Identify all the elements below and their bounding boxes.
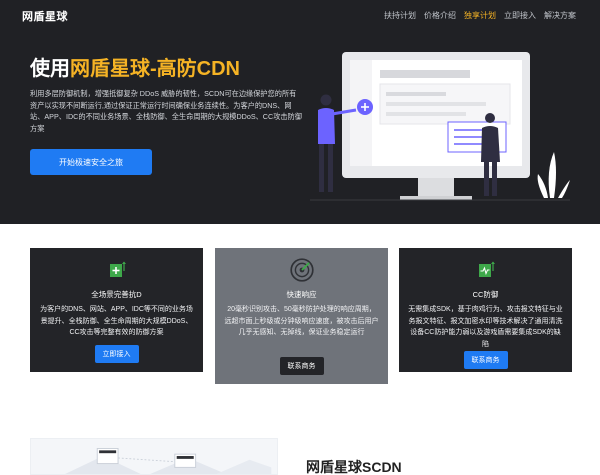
feature-title: 全场景完善抗D xyxy=(91,290,142,299)
nav-item-exclusive-plan[interactable]: 独享计划 xyxy=(464,10,496,21)
feature-text: 无需集成SDK，基于肉鸡行为、攻击报文特征与业务报文特征、报文加密水印等技术解决… xyxy=(408,306,563,348)
hero-illustration xyxy=(310,52,570,201)
brand-logo[interactable]: 网盾星球 xyxy=(22,8,68,24)
feature-card-anti-ddos: 全场景完善抗D 为客户的DNS、网站、APP、IDC等不同的业务场景提升、全栈防… xyxy=(30,248,203,372)
nav-item-access-now[interactable]: 立即接入 xyxy=(504,10,536,21)
contact-sales-button[interactable]: 联系商务 xyxy=(463,351,508,369)
hero-section: 网盾星球 扶持计划 价格介绍 独享计划 立即接入 解决方案 使用网盾星球-高防C… xyxy=(0,0,600,224)
hero-title-highlight: 网盾星球-高防CDN xyxy=(70,58,240,80)
feature-card-cc-defense: CC防御 无需集成SDK，基于肉鸡行为、攻击报文特征与业务报文特征、报文加密水印… xyxy=(399,248,572,372)
network-illustration xyxy=(30,438,278,475)
nav-item-support-plan[interactable]: 扶持计划 xyxy=(384,10,416,21)
radar-icon xyxy=(289,258,314,282)
shield-plus-icon xyxy=(109,261,126,277)
top-nav: 扶持计划 价格介绍 独享计划 立即接入 解决方案 xyxy=(384,10,576,21)
feature-text: 为客户的DNS、网站、APP、IDC等不同的业务场景提升、全栈防御、全生命周期的… xyxy=(40,306,193,336)
start-journey-button[interactable]: 开始极速安全之旅 xyxy=(30,149,152,175)
feature-card-fast-response: 快速响应 20毫秒识别攻击、50毫秒防护处理的响应周期，远超市面上秒级或分钟级响… xyxy=(215,248,388,384)
feature-text: 20毫秒识别攻击、50毫秒防护处理的响应周期，远超市面上秒级或分钟级响应速度，被… xyxy=(224,306,379,336)
access-now-button[interactable]: 立即接入 xyxy=(94,345,139,363)
contact-sales-button[interactable]: 联系商务 xyxy=(279,357,324,375)
nav-item-solutions[interactable]: 解决方案 xyxy=(544,10,576,21)
hero-title-prefix: 使用 xyxy=(30,58,70,80)
nav-item-pricing[interactable]: 价格介绍 xyxy=(424,10,456,21)
page: 网盾星球 扶持计划 价格介绍 独享计划 立即接入 解决方案 使用网盾星球-高防C… xyxy=(0,0,600,475)
feature-title: CC防御 xyxy=(472,290,499,299)
hero-title: 使用网盾星球-高防CDN xyxy=(30,52,240,81)
feature-title: 快速响应 xyxy=(286,290,317,299)
pulse-shield-icon xyxy=(478,261,495,277)
section-title: 网盾星球SCDN xyxy=(306,459,402,475)
hero-description: 利用多层防御机制，增强抵御复杂 DDoS 威胁的韧性，SCDN可在边缘保护您的所… xyxy=(30,89,302,133)
features-section: 全场景完善抗D 为客户的DNS、网站、APP、IDC等不同的业务场景提升、全栈防… xyxy=(0,224,600,424)
scdn-section: 网盾星球SCDN xyxy=(0,424,600,475)
